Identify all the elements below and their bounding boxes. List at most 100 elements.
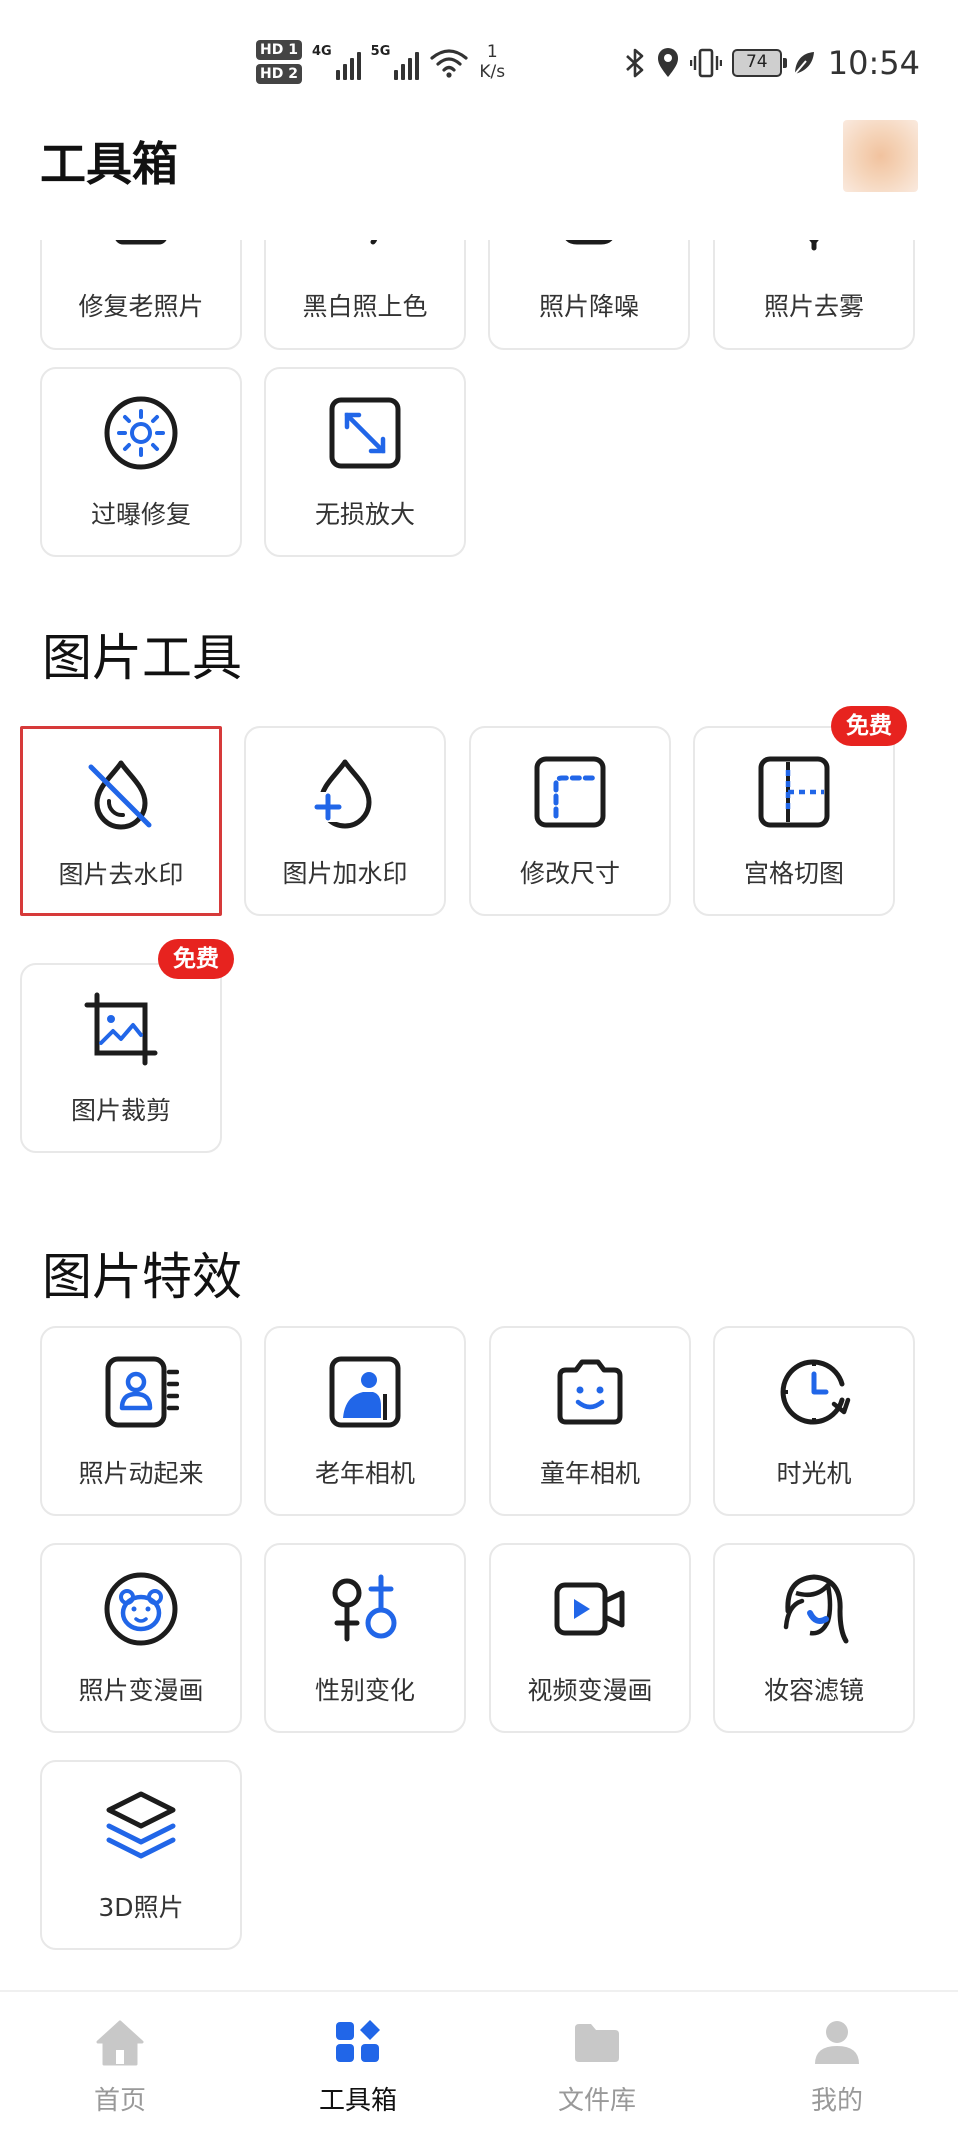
tool-card-lossless-enlarge[interactable]: 无损放大 (264, 367, 466, 557)
tool-label: 性别变化 (314, 1676, 415, 1705)
bottom-nav: 首页 工具箱 文件库 我的 (0, 1990, 958, 2129)
tool-label: 老年相机 (314, 1459, 415, 1488)
tool-label: 照片去雾 (763, 292, 864, 321)
tool-card-crop[interactable]: 图片裁剪 (20, 963, 222, 1153)
status-left: HD 1 HD 2 4G 5G 1 K/s (256, 40, 505, 84)
network-4g-label: 4G (311, 44, 332, 59)
effect-card-childhood-camera[interactable]: 童年相机 (489, 1326, 691, 1516)
drop-plus-icon (313, 759, 372, 829)
tool-label: 童年相机 (539, 1459, 640, 1488)
drop-slash-icon (88, 760, 152, 830)
nav-item-home[interactable]: 首页 (20, 1992, 220, 2129)
tool-label: 修复老照片 (78, 292, 204, 321)
tool-label: 过曝修复 (90, 500, 191, 529)
palette-icon (370, 240, 378, 245)
tool-label: 修改尺寸 (519, 859, 620, 888)
location-icon (657, 48, 678, 77)
effect-card-gender-swap[interactable]: 性别变化 (264, 1543, 466, 1733)
tool-label: 无损放大 (314, 500, 415, 529)
effect-card-video-to-comic[interactable]: 视频变漫画 (489, 1543, 691, 1733)
effect-card-time-machine[interactable]: 时光机 (713, 1326, 915, 1516)
tool-label: 照片动起来 (78, 1459, 204, 1488)
leaf-icon (794, 52, 814, 75)
tool-label: 宫格切图 (743, 859, 844, 888)
status-bar: HD 1 HD 2 4G 5G 1 K/s 74 10:54 (0, 0, 958, 120)
photo-frame-icon (115, 240, 167, 245)
tool-label: 妆容滤镜 (763, 1676, 864, 1705)
tool-label: 图片裁剪 (70, 1096, 171, 1125)
bear-icon (104, 1572, 178, 1646)
tool-label: 时光机 (776, 1459, 852, 1488)
grid-split-icon (758, 756, 830, 828)
free-badge: 免费 (831, 706, 907, 746)
layers-icon (106, 1791, 176, 1859)
home-icon (96, 2020, 144, 2066)
tool-label: 照片变漫画 (78, 1676, 204, 1705)
tool-card-dehaze[interactable]: 照片去雾 (713, 240, 915, 350)
signal-4g-icon: 4G (312, 44, 361, 80)
nav-label: 首页 (93, 2086, 146, 2116)
tool-card-add-watermark[interactable]: 图片加水印 (244, 726, 446, 916)
nav-label: 我的 (810, 2086, 863, 2116)
wifi-icon (430, 49, 468, 78)
tool-label: 黑白照上色 (302, 292, 428, 321)
signal-5g-icon: 5G (371, 44, 420, 80)
toolbox-icon (336, 2020, 380, 2062)
status-right: 74 10:54 (624, 44, 920, 82)
speed-unit: K/s (479, 62, 506, 82)
denoise-icon (565, 240, 613, 245)
tool-label: 图片加水印 (282, 859, 408, 888)
effect-card-makeup-filter[interactable]: 妆容滤镜 (713, 1543, 915, 1733)
section-title-image-tools: 图片工具 (42, 629, 242, 687)
crop-icon (84, 992, 158, 1066)
hd-indicators: HD 1 HD 2 (256, 40, 302, 84)
expand-icon (329, 397, 401, 469)
section-title-image-effects: 图片特效 (42, 1248, 242, 1306)
effect-card-animate-photo[interactable]: 照片动起来 (40, 1326, 242, 1516)
smile-camera-icon (557, 1359, 623, 1425)
tool-card-denoise[interactable]: 照片降噪 (488, 240, 690, 350)
tool-label: 视频变漫画 (527, 1676, 653, 1705)
old-person-icon (329, 1356, 401, 1428)
tool-label: 3D照片 (98, 1893, 184, 1922)
clock-icon (780, 1359, 851, 1425)
tool-card-overexposure-fix[interactable]: 过曝修复 (40, 367, 242, 557)
clock: 10:54 (827, 44, 920, 82)
nav-item-file-library[interactable]: 文件库 (497, 1992, 697, 2129)
resize-icon (534, 756, 606, 828)
sun-icon (104, 396, 178, 470)
tools-scroll-area[interactable]: 修复老照片 黑白照上色 照片降噪 照片去雾 过曝修复 无损放大 图片工具 图片去… (0, 240, 958, 1990)
hd2-badge: HD 2 (256, 64, 302, 84)
tool-label: 图片去水印 (58, 860, 184, 889)
battery-icon: 74 (731, 49, 787, 77)
gender-icon (332, 1574, 397, 1642)
avatar[interactable] (843, 120, 918, 192)
network-speed: 1 K/s (479, 42, 505, 82)
network-5g-label: 5G (370, 44, 391, 59)
tool-card-colorize[interactable]: 黑白照上色 (264, 240, 466, 350)
video-icon (554, 1582, 625, 1636)
nav-label: 工具箱 (318, 2086, 397, 2116)
nav-item-me[interactable]: 我的 (737, 1992, 937, 2129)
dehaze-icon (809, 240, 819, 251)
makeup-face-icon (783, 1574, 849, 1644)
tool-card-remove-watermark[interactable]: 图片去水印 (20, 726, 222, 916)
vibrate-icon (689, 48, 722, 78)
effect-card-photo-to-comic[interactable]: 照片变漫画 (40, 1543, 242, 1733)
effect-card-3d-photo[interactable]: 3D照片 (40, 1760, 242, 1950)
nav-item-toolbox[interactable]: 工具箱 (258, 1992, 458, 2129)
effect-card-old-age-camera[interactable]: 老年相机 (264, 1326, 466, 1516)
tool-label: 照片降噪 (538, 292, 639, 321)
tool-card-resize[interactable]: 修改尺寸 (469, 726, 671, 916)
portrait-motion-icon (105, 1356, 179, 1428)
hd1-badge: HD 1 (256, 40, 302, 60)
tool-card-restore-old-photo[interactable]: 修复老照片 (40, 240, 242, 350)
page-title: 工具箱 (40, 137, 178, 191)
nav-label: 文件库 (557, 2086, 636, 2116)
free-badge: 免费 (158, 939, 234, 979)
speed-value: 1 (486, 42, 498, 62)
user-icon (815, 2021, 859, 2064)
folder-icon (575, 2024, 619, 2062)
bluetooth-icon (625, 48, 644, 78)
tool-card-grid-split[interactable]: 宫格切图 (693, 726, 895, 916)
